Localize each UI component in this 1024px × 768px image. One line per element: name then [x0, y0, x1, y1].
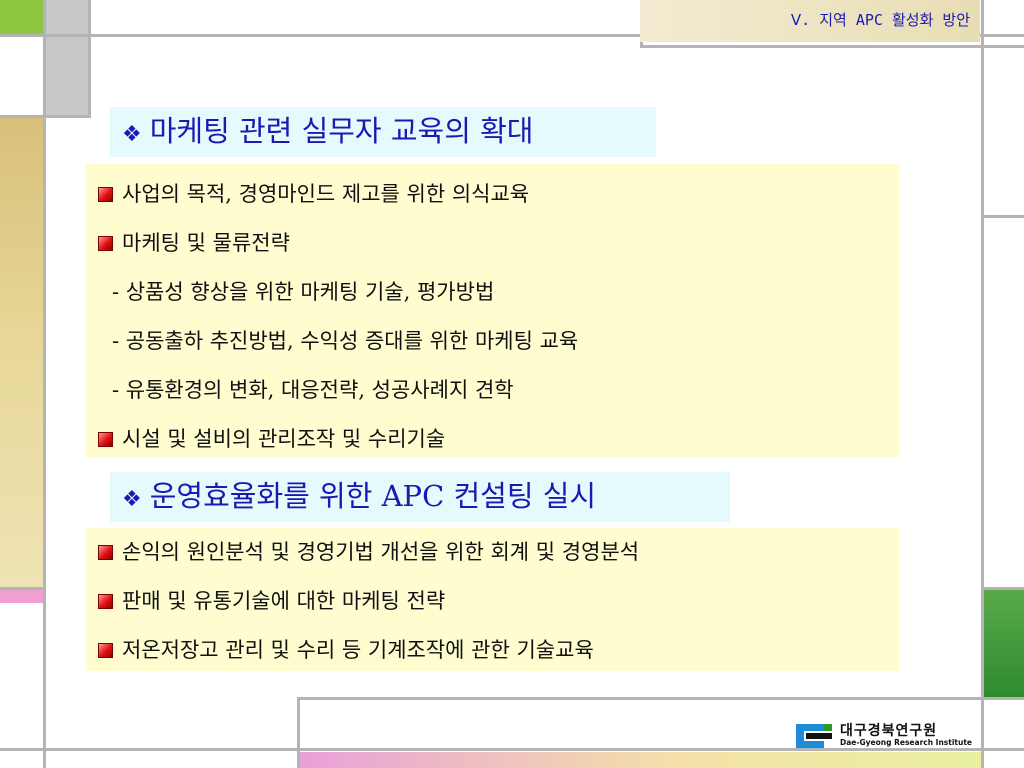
list-subitem: - 공동출하 추진방법, 수익성 증대를 위한 마케팅 교육 — [112, 329, 579, 353]
list-subitem: - 유통환경의 변화, 대응전략, 성공사례지 견학 — [112, 378, 514, 402]
list-item: 손익의 원인분석 및 경영기법 개선을 위한 회계 및 경영분석 — [86, 528, 899, 577]
list-item: 시설 및 설비의 관리조작 및 수리기술 — [86, 415, 899, 464]
frame-line-lower-left — [0, 587, 43, 590]
frame-line-bottom — [0, 748, 1024, 751]
header-title: Ⅴ. 지역 APC 활성화 방안 — [640, 0, 980, 42]
frame-vline-bottom-box — [297, 697, 300, 768]
logo-name-ko: 대구경북연구원 — [840, 723, 938, 739]
section2-heading: ❖ 운영효율화를 위한 APC 컨설팅 실시 — [110, 472, 730, 522]
corner-gray-block — [43, 0, 90, 115]
section2-heading-text: 운영효율화를 위한 APC 컨설팅 실시 — [149, 479, 597, 513]
list-item: 마케팅 및 물류전략 — [86, 219, 899, 268]
diamond-bullet-icon: ❖ — [122, 122, 142, 147]
bottom-gradient-strip — [300, 752, 983, 768]
corner-green-block — [0, 0, 43, 34]
frame-line-bottom-box — [297, 697, 1024, 700]
frame-line-lower-right — [983, 587, 1024, 590]
section1-panel: 사업의 목적, 경영마인드 제고를 위한 의식교육 마케팅 및 물류전략 - 상… — [86, 164, 899, 457]
frame-vline-right — [981, 0, 984, 768]
frame-line-right-mid — [983, 215, 1024, 218]
diamond-bullet-icon: ❖ — [122, 487, 142, 512]
red-square-bullet-icon — [98, 187, 113, 202]
list-item: 판매 및 유통기술에 대한 마케팅 전략 — [86, 577, 899, 626]
frame-vline-left — [43, 0, 46, 768]
section1-heading-text: 마케팅 관련 실무자 교육의 확대 — [149, 114, 534, 148]
section1-heading: ❖ 마케팅 관련 실무자 교육의 확대 — [110, 107, 656, 157]
logo-name-en: Dae-Gyeong Research Institute — [840, 738, 973, 747]
red-square-bullet-icon — [98, 236, 113, 251]
list-subitem: - 상품성 향상을 위한 마케팅 기술, 평가방법 — [112, 280, 495, 304]
left-tan-strip — [0, 118, 43, 590]
list-item: 저온저장고 관리 및 수리 등 기계조작에 관한 기술교육 — [86, 626, 899, 675]
red-square-bullet-icon — [98, 432, 113, 447]
institute-logo-icon — [796, 724, 832, 748]
red-square-bullet-icon — [98, 643, 113, 658]
frame-vline-gray-edge — [88, 0, 91, 118]
right-green-strip — [983, 590, 1024, 697]
frame-line-upper — [640, 45, 1024, 48]
list-item: 사업의 목적, 경영마인드 제고를 위한 의식교육 — [86, 170, 899, 219]
section2-panel: 손익의 원인분석 및 경영기법 개선을 위한 회계 및 경영분석 판매 및 유통… — [86, 528, 899, 671]
red-square-bullet-icon — [98, 594, 113, 609]
left-pink-strip — [0, 590, 43, 603]
red-square-bullet-icon — [98, 545, 113, 560]
